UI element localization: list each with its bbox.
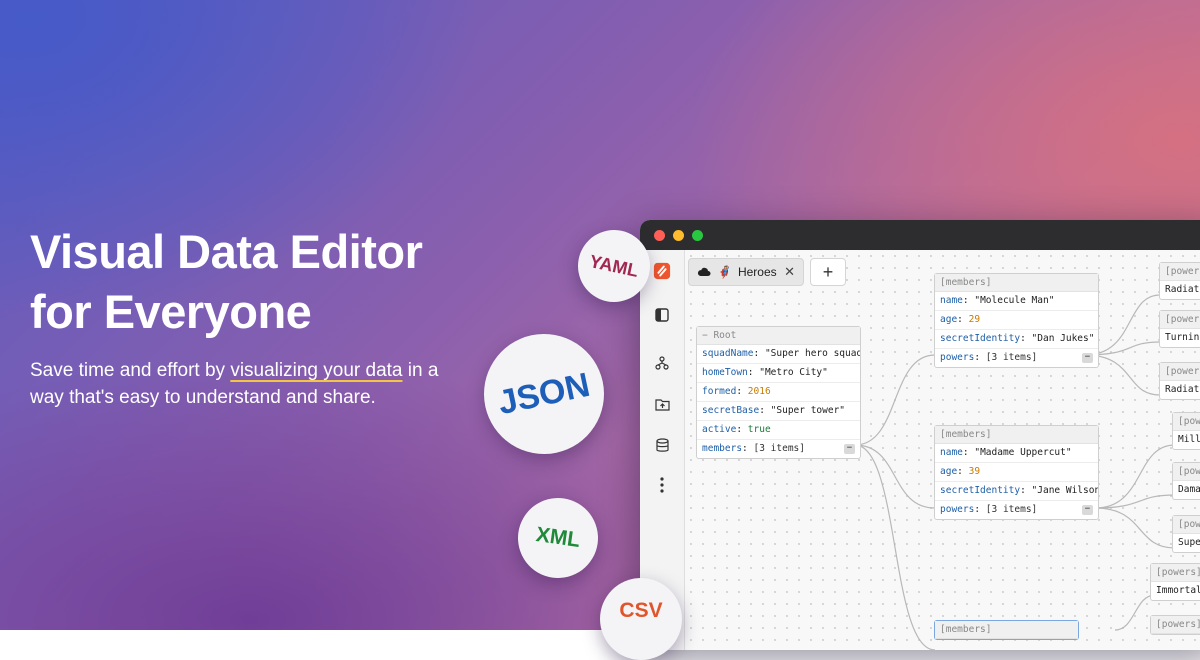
window-close-button[interactable] [654,229,665,241]
node-header: [powers] [1160,311,1200,329]
powers-node[interactable]: [powe Milli [1172,412,1200,450]
tab-label: Heroes [737,265,777,279]
add-tab-button[interactable]: + [810,258,846,286]
node-row: formed: 2016 [697,383,860,402]
panel-icon[interactable] [653,306,671,324]
tab-heroes[interactable]: 🦸 Heroes ✕ [688,258,804,286]
node-header: [members] [935,426,1098,444]
powers-node[interactable]: [powers] Radiat [1159,362,1200,400]
csv-label: CSV [619,599,663,622]
graph-icon[interactable] [653,354,671,372]
subtitle-pre: Save time and effort by [30,360,231,381]
powers-node[interactable]: [powers] Radiat [1159,262,1200,300]
powers-node[interactable]: [powe Super [1172,515,1200,553]
graph-canvas[interactable]: − Root squadName: "Super hero squad" hom… [685,250,1200,650]
window-maximize-button[interactable] [692,229,703,241]
node-row: secretBase: "Super tower" [697,402,860,421]
headline-line-2: for Everyone [30,285,312,338]
node-value: Radiat [1165,384,1200,395]
node-row: age: 39 [935,463,1098,482]
node-row: secretIdentity: "Jane Wilson" [935,482,1098,501]
node-header: [powe [1173,463,1200,481]
node-row: powers: [3 items] − [935,349,1098,367]
node-value: Radiat [1165,284,1200,295]
yaml-label: YAML [587,250,641,281]
csv-format-badge: CSV [600,578,682,660]
node-header: [powers] [1160,363,1200,381]
app-window: − Root squadName: "Super hero squad" hom… [640,220,1200,650]
headline-line-1: Visual Data Editor [30,225,423,278]
json-label: JSON [494,365,594,422]
node-value: Immortal [1156,585,1200,596]
node-header: [powers] [1151,616,1200,634]
node-row: name: "Molecule Man" [935,292,1098,311]
close-icon[interactable]: ✕ [784,264,795,280]
node-header: [powers] [1151,564,1200,582]
powers-node[interactable]: [powers] [1150,615,1200,635]
node-row: name: "Madame Uppercut" [935,444,1098,463]
node-header: [members] [935,274,1098,292]
node-value: Damag [1178,484,1200,495]
node-row: squadName: "Super hero squad" [697,345,860,364]
root-node[interactable]: − Root squadName: "Super hero squad" hom… [696,326,861,459]
node-header: [members] [935,621,1078,639]
collapse-button[interactable]: − [1082,353,1093,363]
subtitle: Save time and effort by visualizing your… [30,357,470,411]
node-row: homeTown: "Metro City" [697,364,860,383]
node-header: − Root [697,327,860,345]
window-titlebar [640,220,1200,250]
powers-node[interactable]: [powers] Turnin [1159,310,1200,348]
node-header: [powe [1173,516,1200,534]
more-icon[interactable] [653,476,671,494]
xml-label: XML [534,523,582,552]
logo-icon[interactable] [653,262,671,280]
node-row: powers: [3 items] − [935,501,1098,519]
database-icon[interactable] [653,436,671,454]
node-header: [powers] [1160,263,1200,281]
member-node-1[interactable]: [members] name: "Molecule Man" age: 29 s… [934,273,1099,368]
powers-node[interactable]: [powe Damag [1172,462,1200,500]
collapse-button[interactable]: − [1082,505,1093,515]
folder-upload-icon[interactable] [653,395,671,413]
node-value: Milli [1178,434,1200,445]
window-minimize-button[interactable] [673,229,684,241]
subtitle-highlight: visualizing your data [230,360,403,381]
node-row: active: true [697,421,860,440]
tab-emoji: 🦸 [717,265,732,279]
node-row: secretIdentity: "Dan Jukes" [935,330,1098,349]
node-value: Turnin [1165,332,1200,343]
cloud-icon [697,267,711,276]
member-node-2[interactable]: [members] name: "Madame Uppercut" age: 3… [934,425,1099,520]
node-value: Super [1178,537,1200,548]
node-header: [powe [1173,413,1200,431]
powers-node[interactable]: [powers] Immortal [1150,563,1200,601]
headline: Visual Data Editor for Everyone [30,222,423,342]
node-row: age: 29 [935,311,1098,330]
collapse-button[interactable]: − [844,444,855,454]
node-row: members: [3 items] − [697,440,860,458]
member-node-3[interactable]: [members] [934,620,1079,640]
